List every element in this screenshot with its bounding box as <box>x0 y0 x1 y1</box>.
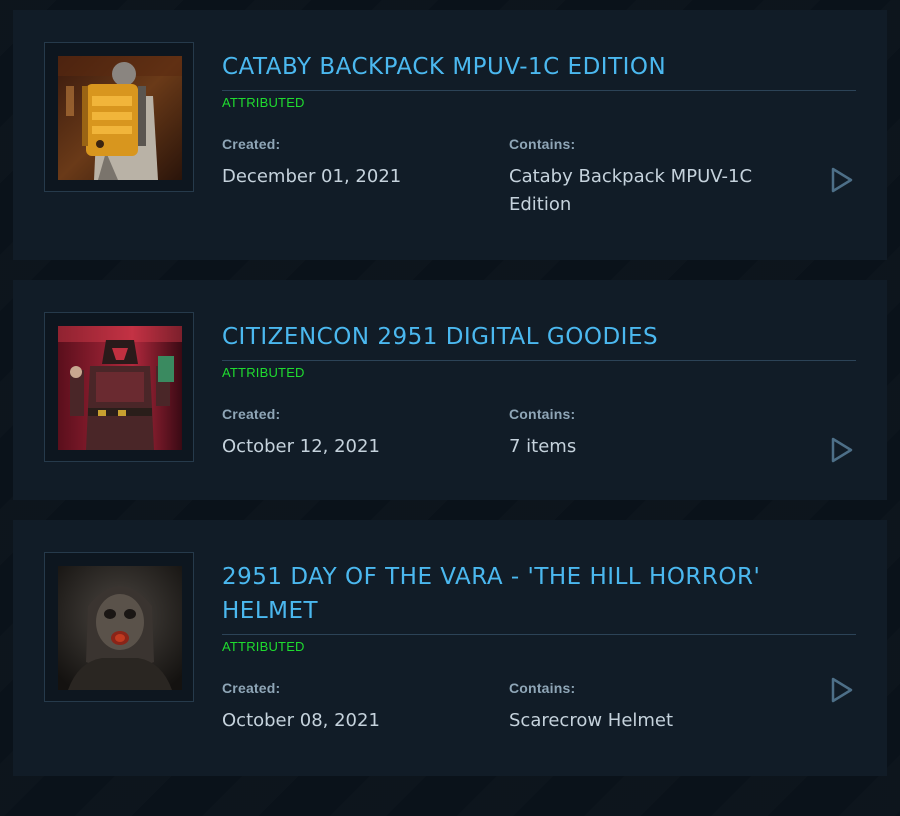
pledge-thumbnail-frame[interactable] <box>44 312 194 462</box>
pledge-card[interactable]: CATABY BACKPACK MPUV-1C EDITION ATTRIBUT… <box>13 10 887 260</box>
status-badge: ATTRIBUTED <box>222 365 305 380</box>
contains-label: Contains: <box>509 680 576 696</box>
armored-character-thumbnail <box>58 326 182 450</box>
pledge-title[interactable]: CITIZENCON 2951 DIGITAL GOODIES <box>222 320 856 361</box>
play-triangle-icon <box>831 167 853 193</box>
expand-button[interactable] <box>831 677 853 703</box>
expand-button[interactable] <box>831 167 853 193</box>
contains-value: Cataby Backpack MPUV-1C Edition <box>509 166 753 215</box>
pledge-info: CATABY BACKPACK MPUV-1C EDITION ATTRIBUT… <box>222 50 856 215</box>
created-column: Created: October 12, 2021 <box>222 406 380 461</box>
status-badge: ATTRIBUTED <box>222 95 305 110</box>
created-value: October 08, 2021 <box>222 710 380 731</box>
created-value: December 01, 2021 <box>222 166 402 187</box>
contains-value: 7 items <box>509 436 577 457</box>
pledge-card[interactable]: CITIZENCON 2951 DIGITAL GOODIES ATTRIBUT… <box>13 280 887 500</box>
helmet-thumbnail <box>58 566 182 690</box>
created-label: Created: <box>222 406 281 422</box>
created-value: October 12, 2021 <box>222 436 380 457</box>
status-badge: ATTRIBUTED <box>222 639 305 654</box>
play-triangle-icon <box>831 437 853 463</box>
play-triangle-icon <box>831 677 853 703</box>
pledge-card[interactable]: 2951 DAY OF THE VARA - 'THE HILL HORROR'… <box>13 520 887 776</box>
contains-column: Contains: 7 items <box>509 406 799 461</box>
created-column: Created: December 01, 2021 <box>222 136 401 191</box>
contains-value: Scarecrow Helmet <box>509 710 674 731</box>
contains-label: Contains: <box>509 136 576 152</box>
created-column: Created: October 08, 2021 <box>222 680 380 735</box>
pledge-title[interactable]: 2951 DAY OF THE VARA - 'THE HILL HORROR'… <box>222 560 856 635</box>
contains-column: Contains: Cataby Backpack MPUV-1C Editio… <box>509 136 799 219</box>
pledge-list: CATABY BACKPACK MPUV-1C EDITION ATTRIBUT… <box>13 10 887 796</box>
pledge-info: 2951 DAY OF THE VARA - 'THE HILL HORROR'… <box>222 560 856 731</box>
contains-label: Contains: <box>509 406 576 422</box>
contains-column: Contains: Scarecrow Helmet <box>509 680 799 735</box>
pledge-title[interactable]: CATABY BACKPACK MPUV-1C EDITION <box>222 50 856 91</box>
created-label: Created: <box>222 680 281 696</box>
pledge-info: CITIZENCON 2951 DIGITAL GOODIES ATTRIBUT… <box>222 320 856 457</box>
created-label: Created: <box>222 136 281 152</box>
pledge-thumbnail-frame[interactable] <box>44 42 194 192</box>
pledge-thumbnail-frame[interactable] <box>44 552 194 702</box>
expand-button[interactable] <box>831 437 853 463</box>
backpack-thumbnail <box>58 56 182 180</box>
